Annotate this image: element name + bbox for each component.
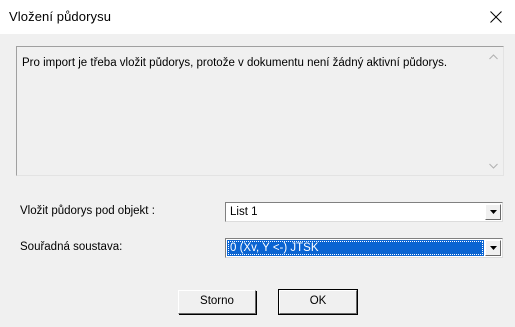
object-label: Vložit půdorys pod objekt : (20, 205, 155, 217)
message-box: Pro import je třeba vložit půdorys, prot… (16, 46, 504, 176)
scroll-up-arrow[interactable] (485, 48, 502, 65)
coords-label: Souřadná soustava: (20, 241, 123, 253)
close-button[interactable] (483, 4, 509, 30)
coords-select-dropdown-button[interactable] (485, 240, 501, 256)
object-select-dropdown-button[interactable] (485, 204, 501, 220)
close-icon (490, 11, 502, 23)
title-bar: Vložení půdorysu (0, 0, 515, 34)
object-select-value: List 1 (230, 206, 258, 218)
message-text: Pro import je třeba vložit půdorys, prot… (22, 57, 448, 69)
ok-button[interactable]: OK (278, 289, 358, 315)
dropdown-arrow-icon (489, 246, 497, 250)
scroll-down-arrow[interactable] (485, 157, 502, 174)
dialog-title: Vložení půdorysu (9, 9, 112, 24)
dropdown-arrow-icon (489, 210, 497, 214)
coords-select-value: 0 (Xv, Y <-) JTSK (227, 240, 484, 256)
coords-select[interactable]: 0 (Xv, Y <-) JTSK (225, 238, 503, 258)
dialog-window: Vložení půdorysu Pro import je třeba vlo… (0, 0, 515, 327)
message-scrollbar[interactable] (485, 48, 502, 174)
object-select[interactable]: List 1 (225, 202, 503, 222)
chevron-down-icon (489, 163, 498, 169)
chevron-up-icon (489, 53, 498, 59)
cancel-button[interactable]: Storno (178, 290, 256, 314)
